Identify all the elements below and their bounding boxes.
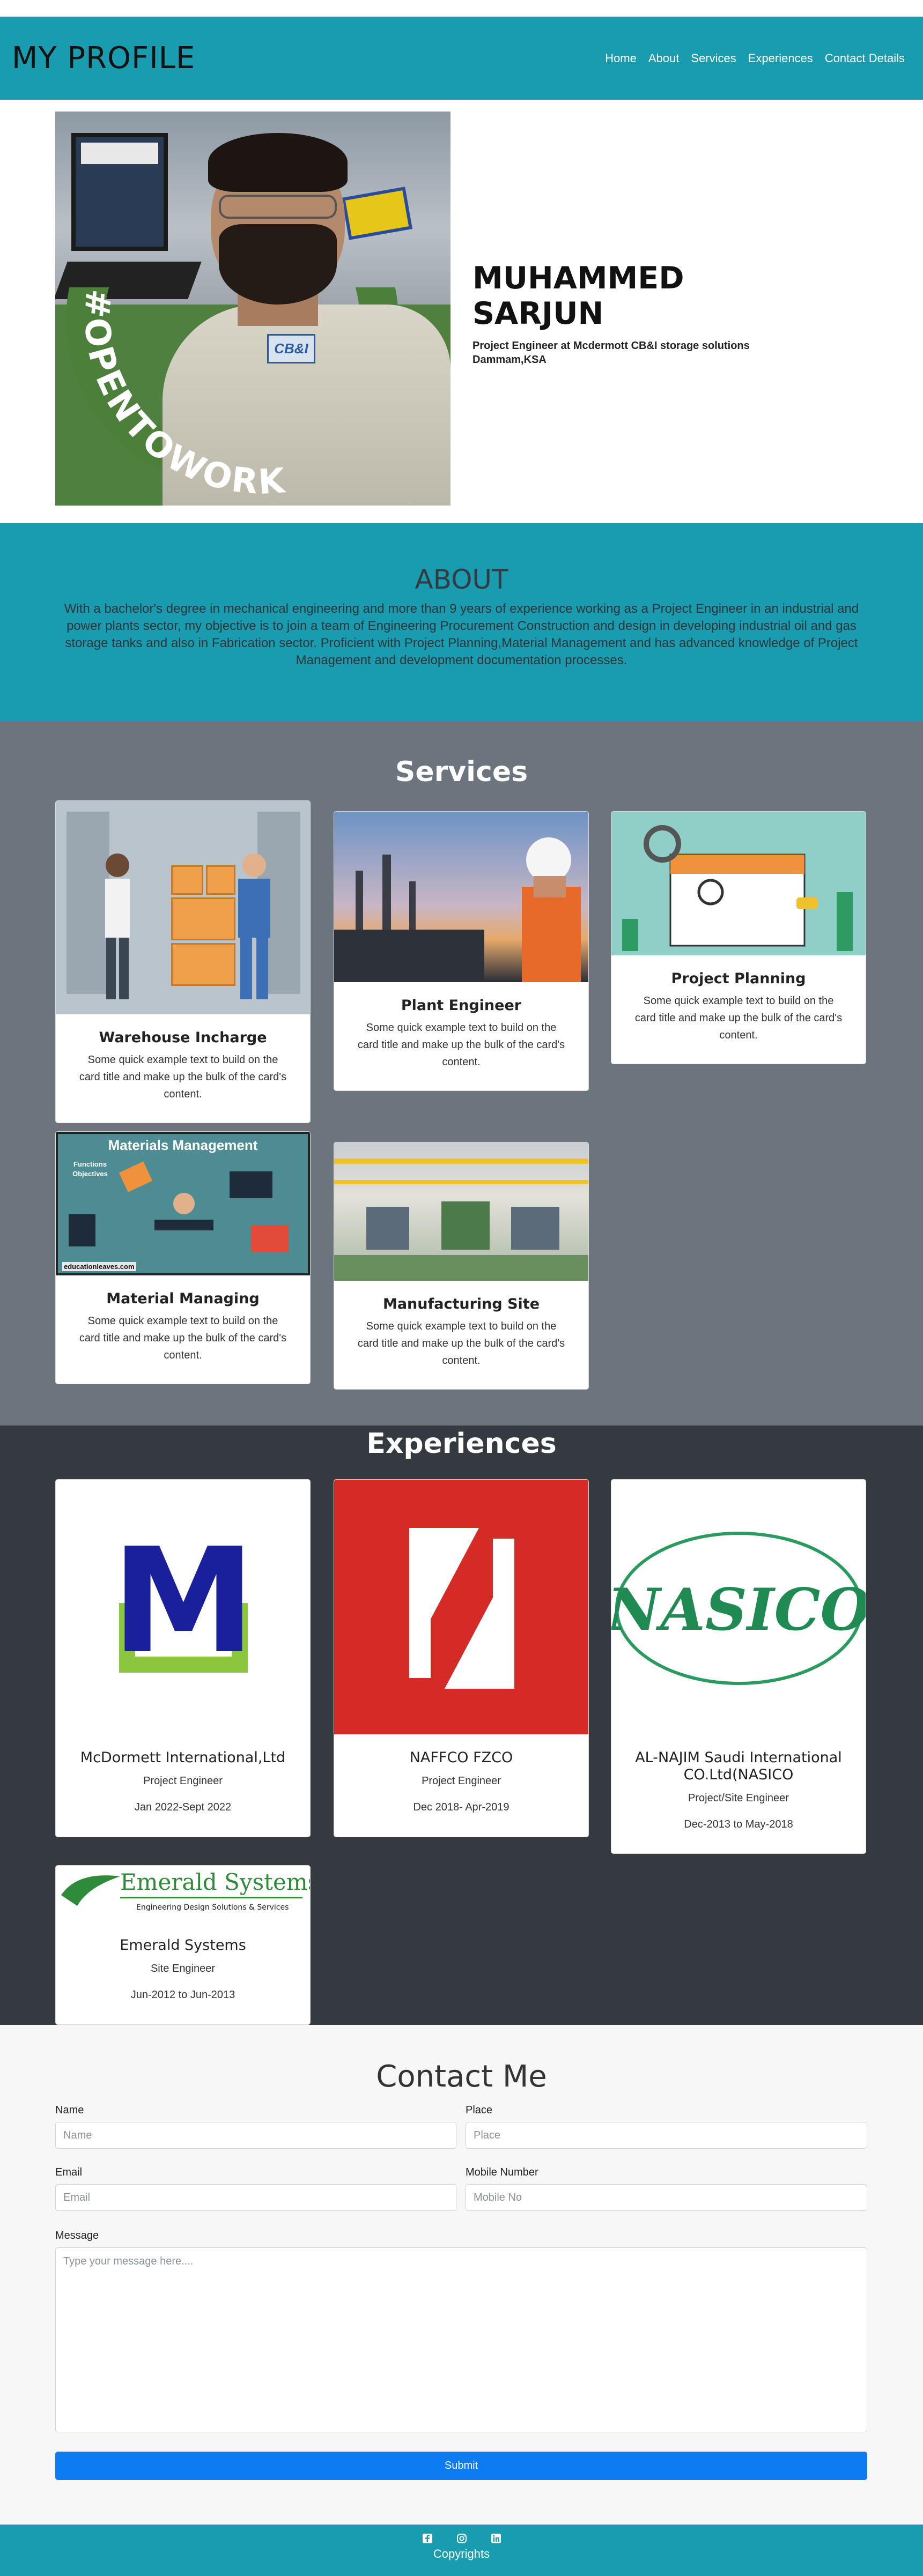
email-label: Email xyxy=(55,2166,83,2178)
place-input[interactable] xyxy=(466,2122,867,2149)
service-card-title: Project Planning xyxy=(671,970,806,987)
materials-management-illustration: Materials Management Functions Objective… xyxy=(56,1132,310,1275)
materials-image-footer: educationleaves.com xyxy=(62,1262,136,1271)
experience-company: McDormett International,Ltd xyxy=(80,1749,286,1766)
experience-role: Project Engineer xyxy=(143,1775,223,1787)
nav-link-services[interactable]: Services xyxy=(691,51,736,65)
message-textarea[interactable] xyxy=(55,2247,867,2432)
profile-location: Dammam,KSA xyxy=(472,354,547,366)
project-planning-illustration xyxy=(611,812,866,955)
opentowork-badge: #OPENTOWORK xyxy=(76,288,289,503)
svg-text:NASICO: NASICO xyxy=(611,1576,866,1644)
facebook-icon[interactable] xyxy=(422,2533,433,2544)
nav-link-about[interactable]: About xyxy=(648,51,680,65)
name-input[interactable] xyxy=(55,2122,456,2149)
experience-dates: Jan 2022-Sept 2022 xyxy=(134,1801,232,1813)
experience-card-nasico[interactable]: NASICO AL-NAJIM Saudi International CO.L… xyxy=(611,1479,866,1854)
message-label: Message xyxy=(55,2230,99,2241)
instagram-icon[interactable] xyxy=(456,2533,467,2544)
copyright-text: Copyrights xyxy=(433,2547,490,2560)
email-input[interactable] xyxy=(55,2184,456,2211)
navbar: MY PROFILE Home About Services Experienc… xyxy=(0,17,923,100)
about-text: With a bachelor's degree in mechanical e… xyxy=(64,602,859,667)
name-label: Name xyxy=(55,2104,84,2116)
service-card-title: Plant Engineer xyxy=(401,997,522,1014)
nav-links: Home About Services Experiences Contact … xyxy=(605,51,905,65)
social-icons xyxy=(0,2533,923,2544)
experience-company: NAFFCO FZCO xyxy=(409,1749,513,1766)
services-title: Services xyxy=(395,756,528,788)
service-card-title: Material Managing xyxy=(106,1290,260,1307)
nav-link-home[interactable]: Home xyxy=(605,51,637,65)
warehouse-illustration xyxy=(56,801,310,1014)
experience-dates: Dec 2018- Apr-2019 xyxy=(413,1801,510,1813)
experience-dates: Jun-2012 to Jun-2013 xyxy=(130,1989,235,2001)
profile-name: MUHAMMED SARJUN xyxy=(472,261,684,331)
manufacturing-site-photo xyxy=(334,1142,588,1281)
experiences-section: Experiences M McDormett International,Lt… xyxy=(0,1426,923,2025)
place-label: Place xyxy=(466,2104,493,2116)
experience-role: Site Engineer xyxy=(150,1963,216,1974)
service-card-project-planning[interactable]: Project Planning Some quick example text… xyxy=(611,811,866,1064)
contact-section: Contact Me Name Place Email Mobile Numbe… xyxy=(0,2025,923,2525)
submit-button[interactable]: Submit xyxy=(55,2452,867,2480)
top-spacer xyxy=(0,0,923,17)
experiences-title: Experiences xyxy=(366,1428,557,1460)
mobile-input[interactable] xyxy=(466,2184,867,2211)
service-card-text: Some quick example text to build on the … xyxy=(357,1022,565,1068)
contact-title: Contact Me xyxy=(376,2059,547,2094)
service-card-text: Some quick example text to build on the … xyxy=(79,1315,287,1361)
naffco-logo xyxy=(334,1480,588,1734)
experience-role: Project Engineer xyxy=(422,1775,501,1787)
nasico-logo: NASICO xyxy=(611,1480,866,1734)
experience-card-mcdermott[interactable]: M McDormett International,Ltd Project En… xyxy=(55,1479,311,1837)
services-section: Services Warehouse Incharge Some quick e… xyxy=(0,722,923,1426)
hero-text: MUHAMMED SARJUN Project Engineer at Mcde… xyxy=(472,261,773,367)
plant-engineer-photo xyxy=(334,812,588,982)
experience-role: Project/Site Engineer xyxy=(688,1792,789,1804)
opentowork-text: #OPENTOWORK xyxy=(76,288,286,503)
svg-text:#OPENTOWORK: #OPENTOWORK xyxy=(76,288,289,503)
svg-text:M: M xyxy=(112,1517,256,1686)
emerald-systems-logo: Emerald Systems Engineering Design Solut… xyxy=(56,1866,310,1922)
service-card-plant-engineer[interactable]: Plant Engineer Some quick example text t… xyxy=(334,811,589,1091)
footer: Copyrights xyxy=(0,2525,923,2576)
service-card-material-managing[interactable]: Materials Management Functions Objective… xyxy=(55,1131,311,1384)
profile-role: Project Engineer at Mcdermott CB&I stora… xyxy=(472,340,750,352)
service-card-warehouse[interactable]: Warehouse Incharge Some quick example te… xyxy=(55,800,311,1123)
about-title: ABOUT xyxy=(415,564,508,595)
linkedin-icon[interactable] xyxy=(491,2533,501,2544)
experience-card-emerald-systems[interactable]: Emerald Systems Engineering Design Solut… xyxy=(55,1865,311,2025)
service-card-text: Some quick example text to build on the … xyxy=(79,1054,287,1100)
experience-card-naffco[interactable]: NAFFCO FZCO Project Engineer Dec 2018- A… xyxy=(334,1479,589,1837)
experience-company: AL-NAJIM Saudi International CO.Ltd(NASI… xyxy=(635,1749,842,1783)
service-card-title: Warehouse Incharge xyxy=(99,1029,267,1046)
svg-text:Engineering Design Solutions &: Engineering Design Solutions & Services xyxy=(136,1903,289,1912)
service-card-manufacturing-site[interactable]: Manufacturing Site Some quick example te… xyxy=(334,1142,589,1390)
svg-text:Emerald Systems: Emerald Systems xyxy=(120,1869,310,1895)
service-card-title: Manufacturing Site xyxy=(382,1296,540,1312)
experience-company: Emerald Systems xyxy=(120,1937,246,1954)
brand-title[interactable]: MY PROFILE xyxy=(12,41,195,76)
nav-link-experiences[interactable]: Experiences xyxy=(748,51,813,65)
experience-dates: Dec-2013 to May-2018 xyxy=(684,1818,793,1830)
profile-photo: CB&I #OPENTOWORK xyxy=(55,112,451,506)
mcdermott-logo: M xyxy=(56,1480,310,1734)
about-section: ABOUT With a bachelor's degree in mechan… xyxy=(0,523,923,722)
mobile-label: Mobile Number xyxy=(466,2166,538,2178)
service-card-text: Some quick example text to build on the … xyxy=(357,1320,565,1367)
hero-section: CB&I #OPENTOWORK MUHAMMED SARJUN Project… xyxy=(0,100,923,523)
nav-link-contact-details[interactable]: Contact Details xyxy=(825,51,905,65)
service-card-text: Some quick example text to build on the … xyxy=(634,995,843,1041)
